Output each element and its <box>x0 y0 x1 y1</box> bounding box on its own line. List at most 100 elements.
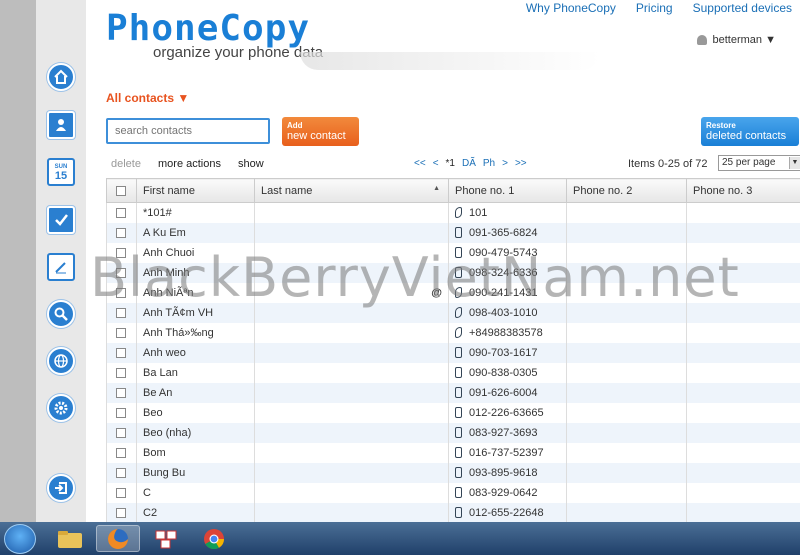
why-phonecopy-link[interactable]: Why PhoneCopy <box>526 1 616 15</box>
delete-action[interactable]: delete <box>111 158 141 170</box>
phone-3-cell[interactable] <box>686 502 800 522</box>
phone-1-cell[interactable]: 083-929-0642 <box>448 482 567 503</box>
globe-icon[interactable] <box>47 347 75 375</box>
phone-2-cell[interactable] <box>566 222 687 243</box>
restore-deleted-button[interactable]: Restore deleted contacts <box>701 117 799 146</box>
phone-3-cell[interactable] <box>686 482 800 503</box>
phone-1-cell[interactable]: 093-895-9618 <box>448 462 567 483</box>
row-checkbox[interactable] <box>116 347 126 358</box>
contacts-icon[interactable] <box>47 111 75 139</box>
phone-1-cell[interactable]: 098-403-1010 <box>448 302 567 323</box>
chrome-icon[interactable] <box>192 525 236 552</box>
start-button[interactable] <box>4 524 36 554</box>
row-checkbox[interactable] <box>116 367 126 378</box>
phone-2-cell[interactable] <box>566 482 687 503</box>
explorer-icon[interactable] <box>48 525 92 552</box>
phone-3-cell[interactable] <box>686 282 800 303</box>
phone-1-cell[interactable]: 016-737-52397 <box>448 442 567 463</box>
phone-3-cell[interactable] <box>686 322 800 343</box>
phone-1-cell[interactable]: 012-226-63665 <box>448 402 567 423</box>
pager-current[interactable]: *1 <box>446 158 455 169</box>
phone-2-cell[interactable] <box>566 282 687 303</box>
phone-3-cell[interactable] <box>686 302 800 323</box>
phone-1-cell[interactable]: 090-479-5743 <box>448 242 567 263</box>
row-checkbox[interactable] <box>116 447 126 458</box>
table-row[interactable]: Ba Lan 090-838-0305 <box>106 362 800 383</box>
phone-3-cell[interactable] <box>686 462 800 483</box>
table-row[interactable]: Beo 012-226-63665 <box>106 402 800 423</box>
phone-3-cell[interactable] <box>686 242 800 263</box>
last-name-cell[interactable] <box>254 322 449 343</box>
last-name-cell[interactable] <box>254 482 449 503</box>
last-name-cell[interactable] <box>254 362 449 383</box>
last-name-cell[interactable] <box>254 222 449 243</box>
phone-1-cell[interactable]: 090-703-1617 <box>448 342 567 363</box>
first-name-cell[interactable]: Anh Chuoi <box>136 242 255 263</box>
phone-2-cell[interactable] <box>566 262 687 283</box>
logout-icon[interactable] <box>47 474 75 502</box>
phone-2-cell[interactable] <box>566 242 687 263</box>
row-checkbox[interactable] <box>116 207 126 218</box>
per-page-select[interactable]: 25 per page ▼ <box>718 155 800 171</box>
first-name-cell[interactable]: Bung Bu <box>136 462 255 483</box>
last-name-cell[interactable] <box>254 402 449 423</box>
pager-letter-d[interactable]: DÃ <box>462 158 476 169</box>
phone-2-cell[interactable] <box>566 382 687 403</box>
tasks-icon[interactable] <box>47 206 75 234</box>
table-row[interactable]: Bom 016-737-52397 <box>106 442 800 463</box>
add-contact-button[interactable]: Add new contact <box>282 117 359 146</box>
table-row[interactable]: Anh NiÃªn @090-241-1431 <box>106 282 800 303</box>
firefox-icon[interactable] <box>96 525 140 552</box>
supported-devices-link[interactable]: Supported devices <box>693 1 792 15</box>
settings-icon[interactable] <box>47 394 75 422</box>
phone-3-cell[interactable] <box>686 202 800 223</box>
user-menu[interactable]: betterman ▼ <box>696 34 776 46</box>
more-actions-menu[interactable]: more actions <box>158 158 221 170</box>
row-checkbox[interactable] <box>116 227 126 238</box>
unikey-icon[interactable] <box>144 525 188 552</box>
phone-3-cell[interactable] <box>686 262 800 283</box>
first-name-cell[interactable]: Bom <box>136 442 255 463</box>
search-input[interactable] <box>106 118 270 144</box>
phone-1-cell[interactable]: 012-655-22648 <box>448 502 567 522</box>
phone-2-cell[interactable] <box>566 342 687 363</box>
phone-3-cell[interactable] <box>686 342 800 363</box>
phone-1-cell[interactable]: 101 <box>448 202 567 223</box>
phone-1-cell[interactable]: 090-838-0305 <box>448 362 567 383</box>
first-name-cell[interactable]: Beo <box>136 402 255 423</box>
col-phone-3[interactable]: Phone no. 3 <box>686 178 800 203</box>
table-row[interactable]: Be An 091-626-6004 <box>106 382 800 403</box>
col-first-name[interactable]: First name <box>136 178 255 203</box>
row-checkbox[interactable] <box>116 287 126 298</box>
table-row[interactable]: Anh Chuoi 090-479-5743 <box>106 242 800 263</box>
logo[interactable]: PhoneCopy <box>106 8 310 49</box>
pager-last[interactable]: >> <box>515 158 527 169</box>
select-all-checkbox[interactable] <box>116 185 126 196</box>
row-checkbox[interactable] <box>116 307 126 318</box>
first-name-cell[interactable]: Be An <box>136 382 255 403</box>
phone-2-cell[interactable] <box>566 402 687 423</box>
contacts-filter-dropdown[interactable]: All contacts ▼ <box>106 91 189 105</box>
phone-2-cell[interactable] <box>566 462 687 483</box>
table-row[interactable]: Beo (nha) 083-927-3693 <box>106 422 800 443</box>
row-checkbox[interactable] <box>116 387 126 398</box>
first-name-cell[interactable]: C2 <box>136 502 255 522</box>
table-row[interactable]: A Ku Em 091-365-6824 <box>106 222 800 243</box>
table-row[interactable]: C 083-929-0642 <box>106 482 800 503</box>
last-name-cell[interactable] <box>254 342 449 363</box>
last-name-cell[interactable] <box>254 502 449 522</box>
row-checkbox[interactable] <box>116 427 126 438</box>
table-row[interactable]: C2 012-655-22648 <box>106 502 800 522</box>
last-name-cell[interactable] <box>254 442 449 463</box>
phone-1-cell[interactable]: 091-626-6004 <box>448 382 567 403</box>
first-name-cell[interactable]: Beo (nha) <box>136 422 255 443</box>
phone-1-cell[interactable]: 091-365-6824 <box>448 222 567 243</box>
row-checkbox[interactable] <box>116 407 126 418</box>
first-name-cell[interactable]: Anh Thá»‰ng <box>136 322 255 343</box>
table-row[interactable]: *101# 101 <box>106 202 800 223</box>
phone-2-cell[interactable] <box>566 502 687 522</box>
phone-2-cell[interactable] <box>566 302 687 323</box>
phone-1-cell[interactable]: 083-927-3693 <box>448 422 567 443</box>
phone-3-cell[interactable] <box>686 382 800 403</box>
phone-2-cell[interactable] <box>566 202 687 223</box>
